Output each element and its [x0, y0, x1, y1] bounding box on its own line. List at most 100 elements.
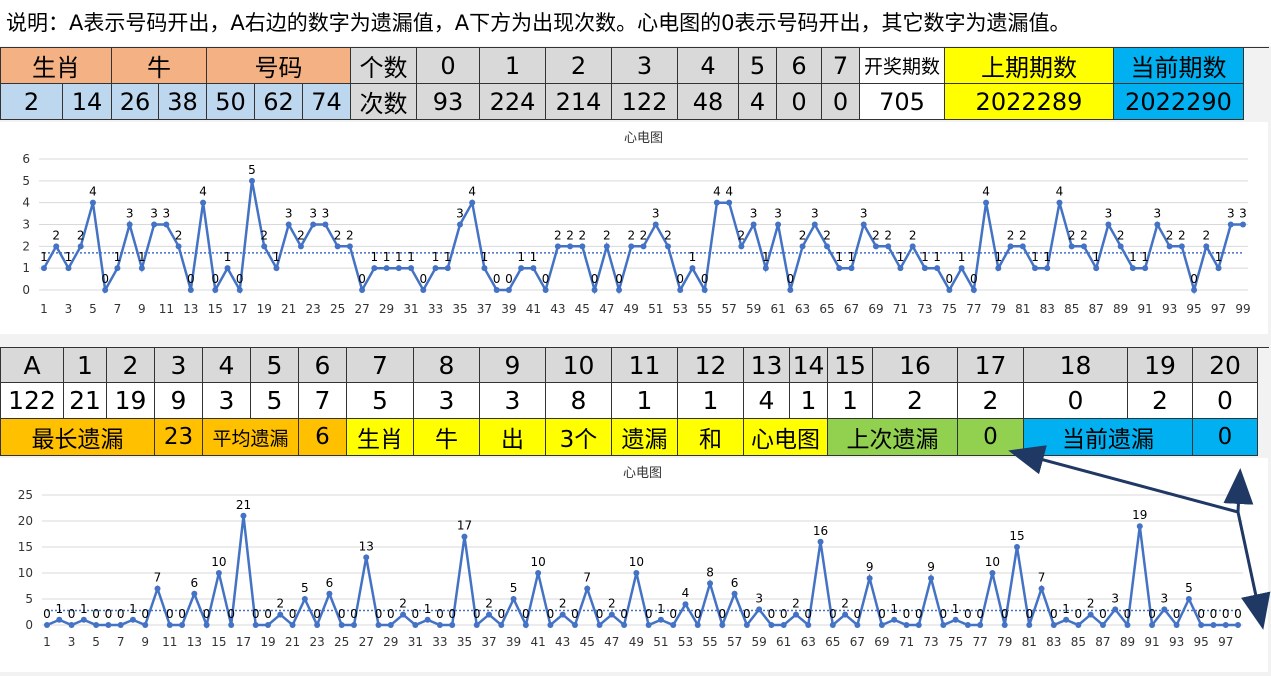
data-point[interactable]	[829, 622, 836, 628]
data-point[interactable]	[400, 611, 407, 618]
data-point[interactable]	[493, 287, 500, 293]
data-point[interactable]	[166, 622, 173, 628]
data-point[interactable]	[1210, 622, 1217, 628]
shangqi-value[interactable]: 2022289	[945, 84, 1114, 120]
miss-header-14[interactable]: 14	[790, 348, 828, 383]
data-point[interactable]	[664, 243, 671, 250]
miss-header-6[interactable]: 6	[299, 348, 347, 383]
header-geshu[interactable]: 个数	[351, 48, 417, 84]
data-point[interactable]	[603, 243, 610, 250]
data-point[interactable]	[579, 243, 586, 250]
data-point[interactable]	[65, 265, 72, 272]
data-point[interactable]	[1149, 622, 1156, 628]
count-header-0[interactable]: 0	[417, 48, 480, 84]
data-point[interactable]	[909, 243, 916, 250]
data-point[interactable]	[265, 622, 272, 628]
count-header-6[interactable]: 6	[777, 48, 822, 84]
max-miss-label[interactable]: 最长遗漏	[1, 419, 155, 456]
data-point[interactable]	[554, 243, 561, 250]
data-point[interactable]	[1203, 243, 1210, 250]
miss-value-20[interactable]: 0	[1193, 383, 1258, 419]
miss-header-7[interactable]: 7	[347, 348, 414, 383]
data-point[interactable]	[432, 265, 439, 272]
miss-value-8[interactable]: 3	[414, 383, 480, 419]
count-header-3[interactable]: 3	[612, 48, 678, 84]
data-point[interactable]	[498, 622, 505, 628]
data-point[interactable]	[743, 622, 750, 628]
data-point[interactable]	[787, 287, 794, 293]
miss-header-9[interactable]: 9	[480, 348, 546, 383]
data-point[interactable]	[1129, 265, 1136, 272]
data-point[interactable]	[289, 622, 296, 628]
miss-header-4[interactable]: 4	[203, 348, 251, 383]
data-point[interactable]	[187, 287, 194, 293]
data-point[interactable]	[946, 287, 953, 293]
data-point[interactable]	[689, 265, 696, 272]
data-point[interactable]	[707, 580, 714, 587]
data-point[interactable]	[958, 265, 965, 272]
data-point[interactable]	[350, 622, 357, 628]
data-point[interactable]	[860, 221, 867, 228]
data-point[interactable]	[248, 177, 255, 184]
data-point[interactable]	[738, 243, 745, 250]
data-point[interactable]	[848, 265, 855, 272]
data-point[interactable]	[102, 287, 109, 293]
header-dangqian[interactable]: 当前期数	[1114, 48, 1244, 84]
data-point[interactable]	[1112, 606, 1119, 613]
data-point[interactable]	[383, 265, 390, 272]
data-point[interactable]	[200, 199, 207, 206]
data-point[interactable]	[461, 533, 468, 540]
data-point[interactable]	[449, 622, 456, 628]
header-kaijiang[interactable]: 开奖期数	[860, 48, 945, 84]
data-point[interactable]	[387, 622, 394, 628]
data-point[interactable]	[277, 611, 284, 618]
data-point[interactable]	[41, 265, 47, 272]
count-value-4[interactable]: 48	[678, 84, 739, 120]
data-point[interactable]	[633, 570, 640, 576]
miss-value-4[interactable]: 3	[203, 383, 251, 419]
miss-value-15[interactable]: 1	[828, 383, 873, 419]
data-point[interactable]	[1068, 243, 1075, 250]
miss-header-3[interactable]: 3	[155, 348, 203, 383]
data-point[interactable]	[542, 287, 549, 293]
data-point[interactable]	[469, 199, 476, 206]
data-point[interactable]	[628, 243, 635, 250]
data-point[interactable]	[726, 199, 733, 206]
tag-4[interactable]: 遗漏	[612, 419, 678, 456]
header-shangqi[interactable]: 上期期数	[945, 48, 1114, 84]
dangqian-value[interactable]: 2022290	[1114, 84, 1244, 120]
data-point[interactable]	[334, 243, 341, 250]
miss-header-8[interactable]: 8	[414, 348, 480, 383]
count-header-7[interactable]: 7	[822, 48, 860, 84]
data-point[interactable]	[621, 622, 628, 628]
kaijiang-value[interactable]: 705	[860, 84, 945, 120]
data-point[interactable]	[571, 622, 578, 628]
data-point[interactable]	[68, 622, 75, 628]
ecg-chart-top[interactable]: 心电图 0 1 2 3 4 5 6 1 3 5 7 9 11 13 15 17 19 21 23 25 27 29 31 33 3…	[0, 122, 1268, 334]
data-point[interactable]	[530, 265, 537, 272]
data-point[interactable]	[952, 616, 959, 623]
data-point[interactable]	[1227, 221, 1234, 228]
data-point[interactable]	[995, 265, 1002, 272]
miss-value-10[interactable]: 8	[546, 383, 612, 419]
miss-value-14[interactable]: 1	[790, 383, 828, 419]
data-point[interactable]	[878, 622, 885, 628]
miss-header-18[interactable]: 18	[1024, 348, 1128, 383]
count-header-4[interactable]: 4	[678, 48, 739, 84]
number-cell[interactable]: 62	[255, 84, 303, 120]
data-point[interactable]	[921, 265, 928, 272]
data-point[interactable]	[1087, 611, 1094, 618]
count-value-1[interactable]: 224	[480, 84, 546, 120]
data-point[interactable]	[444, 265, 451, 272]
data-point[interactable]	[1215, 265, 1222, 272]
data-point[interactable]	[1173, 622, 1180, 628]
data-point[interactable]	[1038, 585, 1045, 592]
data-point[interactable]	[420, 287, 427, 293]
data-point[interactable]	[322, 221, 329, 228]
data-point[interactable]	[412, 622, 419, 628]
data-point[interactable]	[1056, 199, 1063, 206]
data-point[interactable]	[897, 265, 904, 272]
data-point[interactable]	[824, 243, 831, 250]
data-point[interactable]	[105, 622, 112, 628]
miss-value-16[interactable]: 2	[873, 383, 958, 419]
